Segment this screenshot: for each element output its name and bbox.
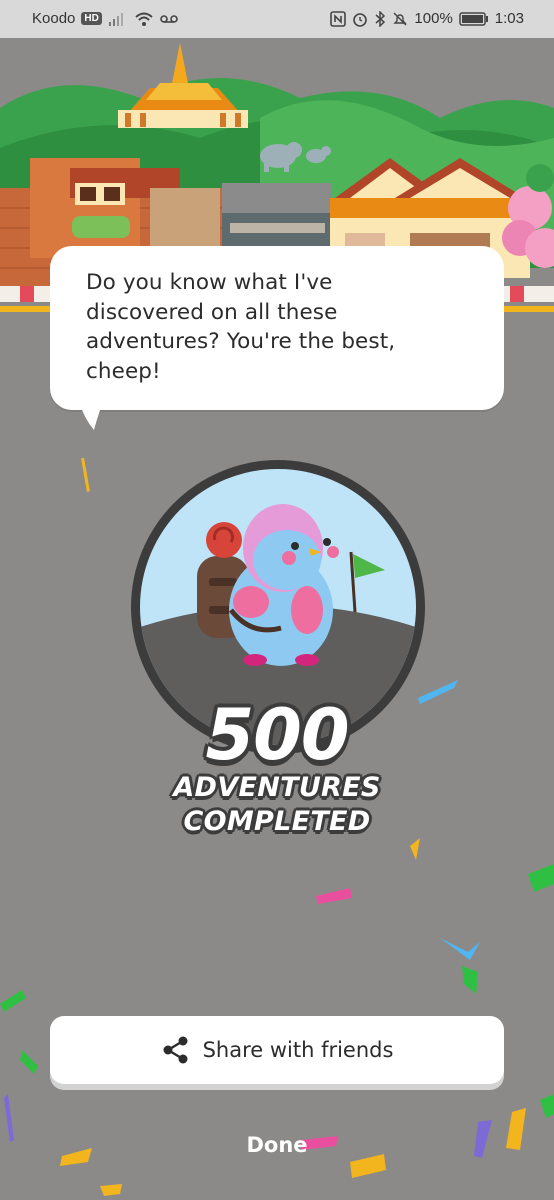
bluetooth-icon — [375, 10, 386, 27]
wifi-icon — [135, 12, 153, 26]
done-button[interactable]: Done — [227, 1128, 327, 1162]
speech-bubble: Do you know what I've discovered on all … — [50, 246, 504, 410]
status-bar: Koodo HD 100% 1:03 — [0, 0, 554, 38]
milestone-caption-line1: ADVENTURES — [173, 772, 381, 803]
battery-percent: 100% — [414, 10, 453, 27]
voicemail-icon — [160, 14, 178, 23]
battery-icon — [459, 11, 488, 26]
nfc-icon — [330, 10, 347, 27]
speech-line: cheep! — [86, 358, 161, 384]
milestone-caption-line2: COMPLETED — [183, 806, 371, 837]
speech-line: discovered on all these — [86, 299, 338, 325]
hd-badge: HD — [81, 12, 102, 25]
carrier-label: Koodo — [32, 10, 76, 27]
share-button-label: Share with friends — [202, 1038, 394, 1062]
speech-text: Do you know what I've discovered on all … — [86, 268, 474, 386]
speech-bubble-tail — [80, 404, 102, 430]
mute-icon — [393, 12, 408, 25]
alarm-icon — [353, 12, 368, 27]
clock: 1:03 — [494, 10, 524, 27]
signal-icon — [108, 12, 123, 26]
milestone-count: 500 — [205, 694, 349, 776]
speech-line: Do you know what I've — [86, 270, 333, 295]
share-icon — [163, 1036, 188, 1064]
speech-line: adventures? You're the best, — [86, 329, 396, 354]
share-button[interactable]: Share with friends — [50, 1016, 504, 1084]
